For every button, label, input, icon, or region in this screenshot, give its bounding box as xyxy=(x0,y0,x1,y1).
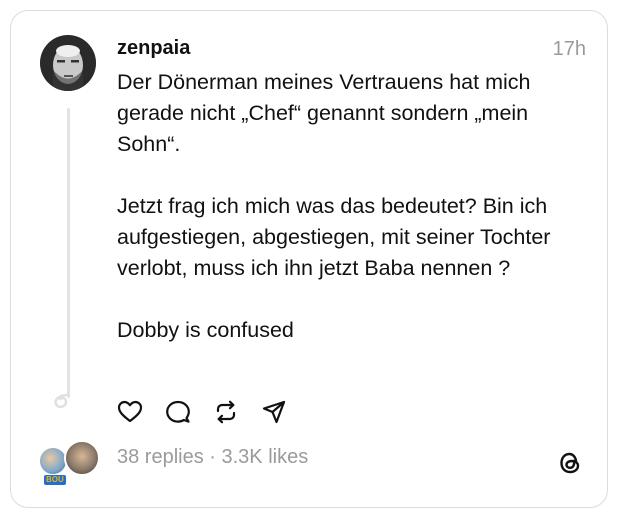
reply-avatars[interactable]: BOU xyxy=(38,440,100,488)
replies-count[interactable]: 38 replies xyxy=(117,446,204,468)
post-text: Der Dönerman meines Vertrauens hat mich … xyxy=(117,67,577,346)
reply-avatar-tag: BOU xyxy=(44,475,66,485)
avatar[interactable] xyxy=(40,35,96,91)
post-paragraph: Dobby is confused xyxy=(117,318,294,342)
post-paragraph: Jetzt frag ich mich was das bedeutet? Bi… xyxy=(117,194,551,280)
username[interactable]: zenpaia xyxy=(117,37,190,60)
likes-count[interactable]: 3.3K likes xyxy=(222,446,309,468)
timestamp: 17h xyxy=(552,38,586,60)
thread-line xyxy=(67,108,70,398)
comment-icon xyxy=(166,400,190,423)
comment-button[interactable] xyxy=(164,398,192,426)
repost-icon xyxy=(216,400,236,424)
stats-separator: · xyxy=(203,446,222,468)
repost-button[interactable] xyxy=(212,398,240,426)
heart-icon xyxy=(117,400,143,423)
post-stats: 38 replies · 3.3K likes xyxy=(117,446,308,469)
thread-loop-icon xyxy=(54,393,70,409)
threads-logo-icon[interactable] xyxy=(557,450,583,476)
post-paragraph: Der Dönerman meines Vertrauens hat mich … xyxy=(117,70,531,156)
like-button[interactable] xyxy=(116,398,144,426)
profile-photo xyxy=(40,35,96,91)
share-icon xyxy=(262,400,286,424)
share-button[interactable] xyxy=(260,398,288,426)
reply-avatar xyxy=(64,440,100,476)
